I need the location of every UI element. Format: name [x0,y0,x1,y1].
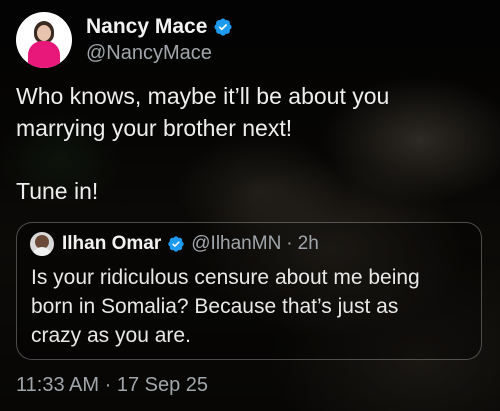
author-handle[interactable]: @NancyMace [86,40,233,66]
quoted-author-name: Ilhan Omar [62,233,162,254]
separator-dot: · [286,233,293,254]
author-name-row: Nancy Mace [86,14,233,40]
tweet-text-line: Who knows, maybe it’ll be about you [16,83,390,109]
tweet-text-line: marrying your brother next! [16,115,293,141]
tweet-header: Nancy Mace @NancyMace [16,12,233,68]
tweet-date: 17 Sep 25 [116,374,209,396]
quoted-text-line: crazy as you are. [31,324,191,347]
avatar-body [28,41,60,68]
quoted-tweet-body: Is your ridiculous censure about me bein… [31,263,471,350]
separator-dot: · [104,374,112,396]
tweet-time: 11:33 AM [16,374,100,396]
author-names: Nancy Mace @NancyMace [86,14,233,66]
author-name[interactable]: Nancy Mace [86,14,207,40]
quoted-tweet-age: 2h [297,233,319,254]
quoted-tweet-header: Ilhan Omar @IlhanMN · 2h [30,232,319,256]
tweet-body: Who knows, maybe it’ll be about you marr… [16,80,486,207]
verified-badge-icon [214,18,232,36]
tweet-screenshot: Nancy Mace @NancyMace Who knows, maybe i… [0,0,500,411]
author-avatar[interactable] [16,12,72,68]
tweet-card: Nancy Mace @NancyMace Who knows, maybe i… [0,0,500,411]
quoted-text-line: born in Somalia? Because that’s just as [31,295,399,318]
tweet-text-line: Tune in! [16,178,99,204]
tweet-timestamp[interactable]: 11:33 AM · 17 Sep 25 [16,372,208,398]
verified-badge-icon [168,236,184,252]
quoted-author-handle: @IlhanMN [191,233,282,254]
quoted-tweet[interactable]: Ilhan Omar @IlhanMN · 2h Is your ridicul… [16,222,482,360]
avatar-face [37,25,51,41]
quoted-text-line: Is your ridiculous censure about me bein… [31,266,420,289]
quoted-author-avatar [30,232,54,256]
